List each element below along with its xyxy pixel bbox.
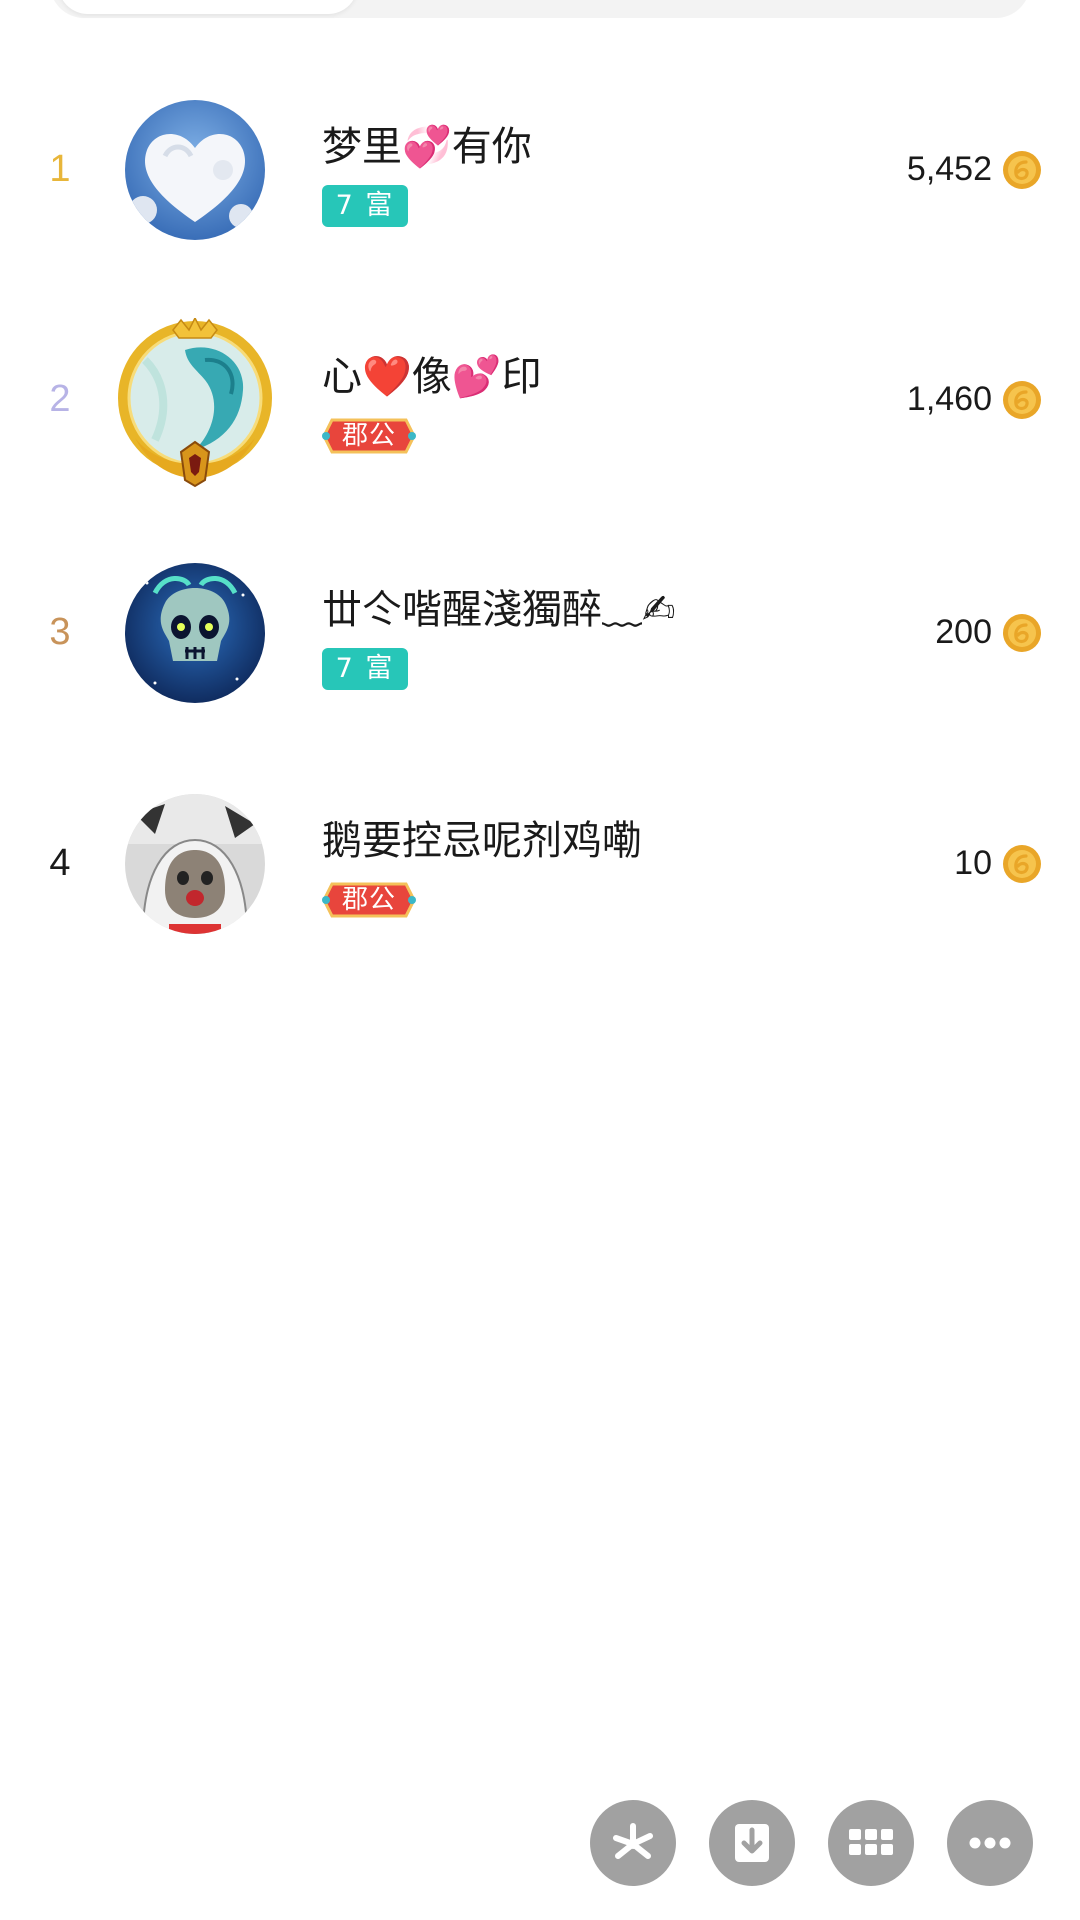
more-button[interactable] [947,1800,1033,1886]
avatar-frame [115,316,275,488]
coin-icon [1002,844,1042,884]
rank-number: 3 [49,611,71,653]
grid-button[interactable] [828,1800,914,1886]
top-tab-active[interactable] [58,0,358,14]
rank-row-3[interactable]: 3 丗仒喈醒淺獨醉﹏✍ 7 富 200 [0,563,1080,713]
rich-level-badge: 7 富 [322,648,408,690]
coin-count: 200 [935,613,992,651]
coin-icon [1002,150,1042,190]
grid-icon [849,1829,893,1855]
contribution-rank-page: 1 梦里💞有你 7 富 5,452 2 心❤️像💕印 郡公 1,460 3 丗仒… [0,0,1080,1920]
rank-number: 1 [49,148,71,190]
user-name[interactable]: 丗仒喈醒淺獨醉﹏✍ [322,577,676,635]
duke-badge-label: 郡公 [341,421,396,451]
download-icon [735,1824,769,1862]
avatar[interactable] [125,563,265,703]
coin-icon [1002,380,1042,420]
duke-badge-label: 郡公 [341,885,396,915]
duke-badge: 郡公 [322,414,416,458]
rank-number: 4 [49,842,71,884]
rank-row-1[interactable]: 1 梦里💞有你 7 富 5,452 [0,100,1080,250]
avatar[interactable] [125,794,265,934]
user-name[interactable]: 梦里💞有你 [322,114,532,172]
rich-level-badge: 7 富 [322,185,408,227]
user-name[interactable]: 鹅要控忌呢剂鸡嘞 [322,808,642,866]
coin-icon [1002,613,1042,653]
user-name[interactable]: 心❤️像💕印 [322,344,542,402]
rank-row-4[interactable]: 4 鹅要控忌呢剂鸡嘞 郡公 10 [0,794,1080,944]
duke-badge: 郡公 [322,878,416,922]
download-button[interactable] [709,1800,795,1886]
more-icon [969,1837,1011,1849]
pinwheel-icon [613,1823,653,1859]
pinwheel-button[interactable] [590,1800,676,1886]
floating-action-bar [590,1800,1040,1890]
rank-row-2[interactable]: 2 心❤️像💕印 郡公 1,460 [0,316,1080,488]
rank-number: 2 [49,378,71,420]
coin-count: 10 [954,844,992,882]
coin-count: 1,460 [906,380,992,418]
avatar[interactable] [125,100,265,240]
coin-count: 5,452 [906,150,992,188]
